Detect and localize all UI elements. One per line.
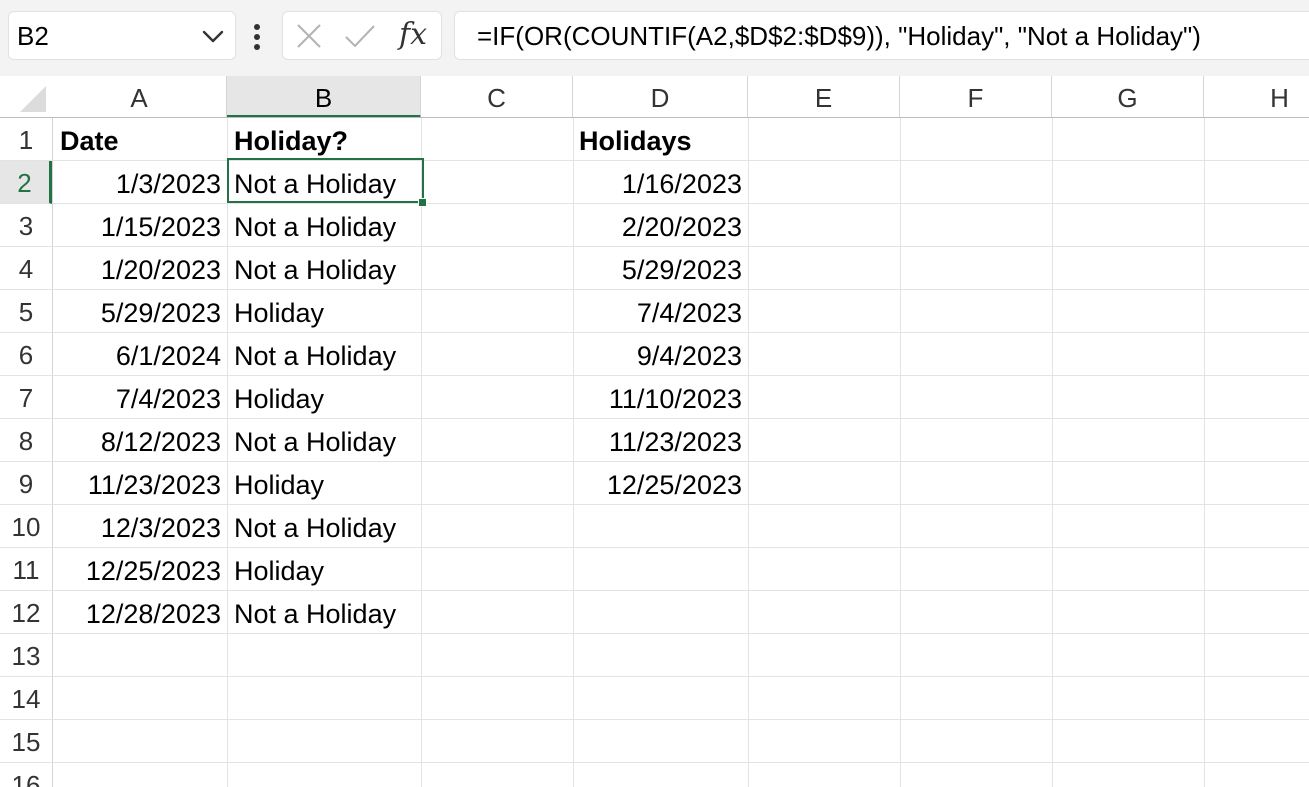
cell-d5[interactable]: 7/4/2023 [573, 290, 742, 333]
cell-a11[interactable]: 12/25/2023 [52, 548, 221, 591]
cell-a5[interactable]: 5/29/2023 [52, 290, 221, 333]
cell-a7[interactable]: 7/4/2023 [52, 376, 221, 419]
insert-function-icon[interactable]: fx [399, 16, 427, 54]
cell-d6[interactable]: 9/4/2023 [573, 333, 742, 376]
cell-a8[interactable]: 8/12/2023 [52, 419, 221, 462]
cell-b12[interactable]: Not a Holiday [234, 591, 396, 634]
row-header-6[interactable]: 6 [0, 333, 52, 376]
row-header-8[interactable]: 8 [0, 419, 52, 462]
cell-b9[interactable]: Holiday [234, 462, 324, 505]
cell-b10[interactable]: Not a Holiday [234, 505, 396, 548]
cell-b1[interactable]: Holiday? [234, 118, 348, 161]
column-header-e[interactable]: E [748, 76, 900, 118]
chevron-down-icon[interactable] [199, 24, 227, 48]
row-header-7[interactable]: 7 [0, 376, 52, 419]
fill-handle[interactable] [418, 198, 427, 207]
active-cell-outline [227, 158, 424, 203]
formula-bar: B2 fx =IF(OR(COUNTIF(A2,$D$2:$D$9)), "Ho… [0, 0, 1309, 76]
cell-b5[interactable]: Holiday [234, 290, 324, 333]
name-box-value: B2 [17, 21, 49, 51]
cell-b8[interactable]: Not a Holiday [234, 419, 396, 462]
cell-a9[interactable]: 11/23/2023 [52, 462, 221, 505]
column-header-d[interactable]: D [573, 76, 748, 118]
column-header-a[interactable]: A [52, 76, 227, 118]
formula-actions: fx [282, 11, 442, 60]
cell-a1[interactable]: Date [60, 118, 119, 161]
row-header-3[interactable]: 3 [0, 204, 52, 247]
column-header-c[interactable]: C [421, 76, 573, 118]
cell-d8[interactable]: 11/23/2023 [573, 419, 742, 462]
cell-b4[interactable]: Not a Holiday [234, 247, 396, 290]
row-header-14[interactable]: 14 [0, 677, 52, 720]
row-header-12[interactable]: 12 [0, 591, 52, 634]
column-header-h[interactable]: H [1204, 76, 1309, 118]
row-header-1[interactable]: 1 [0, 118, 52, 161]
column-header-f[interactable]: F [900, 76, 1052, 118]
formula-text: =IF(OR(COUNTIF(A2,$D$2:$D$9)), "Holiday"… [477, 21, 1201, 51]
row-header-10[interactable]: 10 [0, 505, 52, 548]
row-header-11[interactable]: 11 [0, 548, 52, 591]
cell-a2[interactable]: 1/3/2023 [52, 161, 221, 204]
row-header-15[interactable]: 15 [0, 720, 52, 763]
formula-input[interactable]: =IF(OR(COUNTIF(A2,$D$2:$D$9)), "Holiday"… [454, 11, 1309, 60]
row-header-2[interactable]: 2 [0, 161, 52, 204]
cell-d7[interactable]: 11/10/2023 [573, 376, 742, 419]
cell-d3[interactable]: 2/20/2023 [573, 204, 742, 247]
row-header-5[interactable]: 5 [0, 290, 52, 333]
spreadsheet-grid[interactable]: A B C D E F G H 1 2 3 4 5 6 7 8 9 10 11 … [0, 76, 1309, 787]
cell-a6[interactable]: 6/1/2024 [52, 333, 221, 376]
column-header-b[interactable]: B [227, 76, 421, 118]
cell-b7[interactable]: Holiday [234, 376, 324, 419]
more-options-icon[interactable] [247, 22, 267, 52]
enter-check-icon[interactable] [343, 22, 377, 50]
cancel-icon[interactable] [295, 22, 323, 50]
row-header-13[interactable]: 13 [0, 634, 52, 677]
name-box[interactable]: B2 [8, 11, 236, 60]
row-header-16[interactable]: 16 [0, 763, 52, 787]
cell-b6[interactable]: Not a Holiday [234, 333, 396, 376]
column-header-g[interactable]: G [1052, 76, 1204, 118]
cell-a12[interactable]: 12/28/2023 [52, 591, 221, 634]
cell-d4[interactable]: 5/29/2023 [573, 247, 742, 290]
cell-a10[interactable]: 12/3/2023 [52, 505, 221, 548]
cell-a4[interactable]: 1/20/2023 [52, 247, 221, 290]
row-header-9[interactable]: 9 [0, 462, 52, 505]
select-all-corner[interactable] [0, 76, 52, 118]
row-header-4[interactable]: 4 [0, 247, 52, 290]
cell-d2[interactable]: 1/16/2023 [573, 161, 742, 204]
cell-b3[interactable]: Not a Holiday [234, 204, 396, 247]
cell-d1[interactable]: Holidays [579, 118, 692, 161]
cell-d9[interactable]: 12/25/2023 [573, 462, 742, 505]
cell-b11[interactable]: Holiday [234, 548, 324, 591]
cell-a3[interactable]: 1/15/2023 [52, 204, 221, 247]
